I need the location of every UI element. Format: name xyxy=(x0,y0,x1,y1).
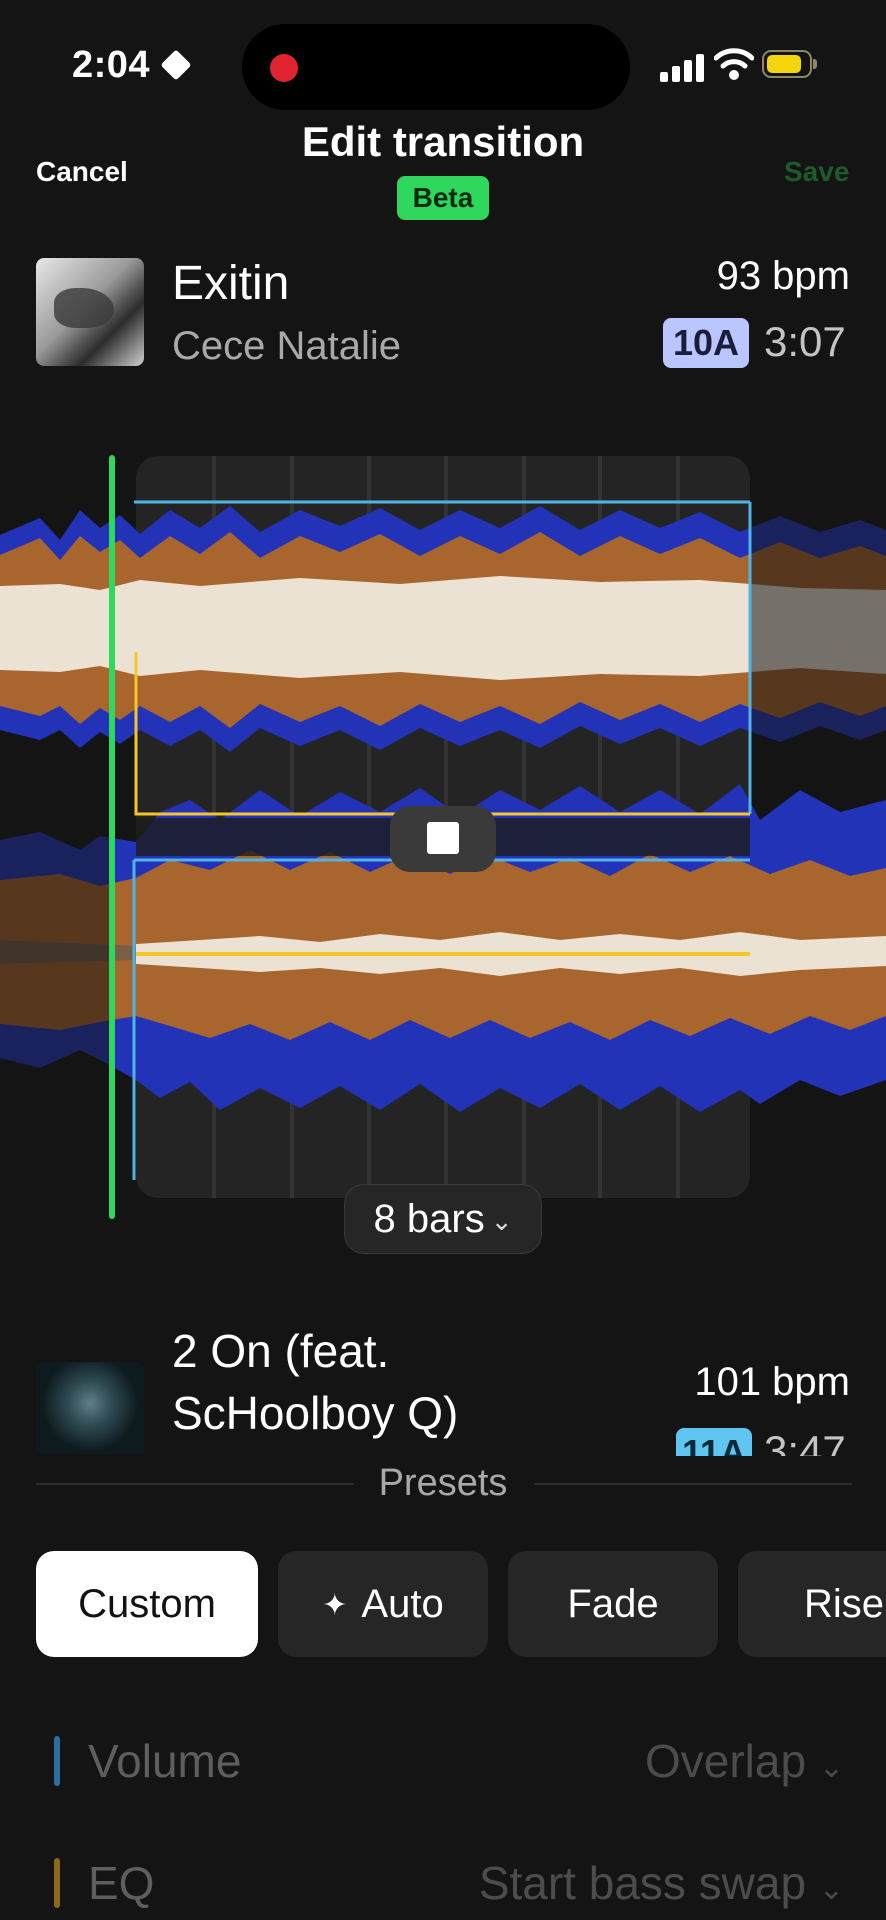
page-title: Edit transition xyxy=(301,118,585,165)
volume-accent-bar xyxy=(54,1736,60,1786)
track-in-title-clip: 2 On (feat. ScHoolboy Q) xyxy=(172,1320,602,1456)
wifi-icon xyxy=(714,48,754,80)
sparkle-icon: ✦ xyxy=(322,1589,348,1623)
eq-mode-value: Start bass swap xyxy=(478,1857,807,1909)
stop-icon xyxy=(427,822,459,854)
preset-label: Fade xyxy=(567,1582,659,1626)
track-in-title: 2 On (feat. ScHoolboy Q) xyxy=(172,1325,459,1439)
chevron-down-icon: ⌄ xyxy=(818,1873,844,1906)
preset-rise-button[interactable]: Rise xyxy=(738,1551,886,1657)
track-out-key-badge: 10A xyxy=(663,318,749,368)
track-in-bpm: 101 bpm xyxy=(694,1360,850,1404)
bars-length-label: 8 bars xyxy=(373,1197,485,1241)
track-out-duration: 3:07 xyxy=(764,318,846,365)
preset-fade-button[interactable]: Fade xyxy=(508,1551,718,1657)
eq-mode-dropdown[interactable]: Start bass swap ⌄ xyxy=(479,1856,844,1910)
bars-length-dropdown[interactable]: 8 bars ⌄ xyxy=(344,1184,542,1254)
preset-label: Custom xyxy=(78,1582,216,1626)
track-out-bpm: 93 bpm xyxy=(716,254,850,298)
presets-heading: Presets xyxy=(378,1462,508,1504)
track-out-title: Exitin xyxy=(172,257,290,310)
eq-accent-bar xyxy=(54,1858,60,1908)
status-time: 2:04 xyxy=(72,44,151,86)
preset-custom-button[interactable]: Custom xyxy=(36,1551,258,1657)
chevron-down-icon: ⌄ xyxy=(818,1751,844,1784)
track-in-key-badge: 11A xyxy=(676,1428,752,1456)
volume-label: Volume xyxy=(88,1735,242,1787)
location-diamond-icon xyxy=(160,49,192,81)
track-in-artwork xyxy=(36,1362,144,1454)
dynamic-island xyxy=(242,24,630,110)
preset-label: Auto xyxy=(361,1582,444,1626)
track-out-artwork xyxy=(36,258,144,366)
beta-badge: Beta xyxy=(397,176,489,220)
track-in-key-clip: 11A xyxy=(676,1428,752,1456)
track-out-artist: Cece Natalie xyxy=(172,324,402,368)
cellular-signal-icon xyxy=(660,52,704,82)
save-button[interactable]: Save xyxy=(784,156,849,188)
volume-mode-value: Overlap xyxy=(645,1735,807,1787)
preset-label: Rise xyxy=(804,1582,885,1626)
recording-indicator-icon xyxy=(270,54,298,82)
battery-icon xyxy=(762,50,818,80)
chevron-down-icon: ⌄ xyxy=(490,1206,513,1237)
track-in-duration: 3:47 xyxy=(764,1427,846,1456)
volume-mode-dropdown[interactable]: Overlap ⌄ xyxy=(645,1734,844,1788)
preset-auto-button[interactable]: ✦ Auto xyxy=(278,1551,488,1657)
eq-label: EQ xyxy=(88,1857,155,1909)
